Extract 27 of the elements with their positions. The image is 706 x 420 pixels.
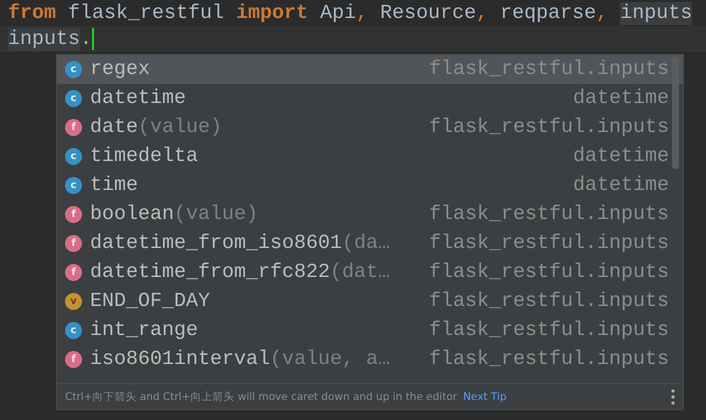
completion-item[interactable]: f date(value) flask_restful.inputs: [57, 113, 683, 142]
function-icon: f: [65, 235, 82, 252]
class-icon: c: [65, 61, 82, 78]
completion-item[interactable]: f iso8601interval(value, a… flask_restful.inputs: [57, 345, 683, 374]
function-icon: f: [65, 264, 82, 281]
tip-text: Ctrl+向下箭头 and Ctrl+向上箭头 will move caret down and up in the editor: [65, 390, 458, 404]
class-icon: c: [65, 177, 82, 194]
class-icon: c: [65, 322, 82, 339]
function-icon: f: [65, 206, 82, 223]
completion-item[interactable]: c timedelta datetime: [57, 142, 683, 171]
class-icon: c: [65, 148, 82, 165]
more-options-icon[interactable]: [671, 388, 675, 404]
completion-item[interactable]: c datetime datetime: [57, 84, 683, 113]
completion-item[interactable]: f datetime_from_iso8601(da… flask_restful.inputs: [57, 229, 683, 258]
class-icon: c: [65, 90, 82, 107]
variable-icon: v: [65, 293, 82, 310]
code-line: from flask_restful import Api, Resource, reqparse, inputs: [8, 2, 692, 24]
completion-item[interactable]: v END_OF_DAY flask_restful.inputs: [57, 287, 683, 316]
next-tip-link[interactable]: Next Tip: [463, 390, 507, 402]
completion-item[interactable]: c regex flask_restful.inputs: [57, 55, 683, 84]
completion-item[interactable]: f boolean(value) flask_restful.inputs: [57, 200, 683, 229]
completion-item[interactable]: f datetime_from_rfc822(dat… flask_restful.inputs: [57, 258, 683, 287]
completion-item[interactable]: c time datetime: [57, 171, 683, 200]
scrollbar-thumb[interactable]: [672, 57, 679, 169]
function-icon: f: [65, 351, 82, 368]
function-icon: f: [65, 119, 82, 136]
completion-item[interactable]: c int_range flask_restful.inputs: [57, 316, 683, 345]
